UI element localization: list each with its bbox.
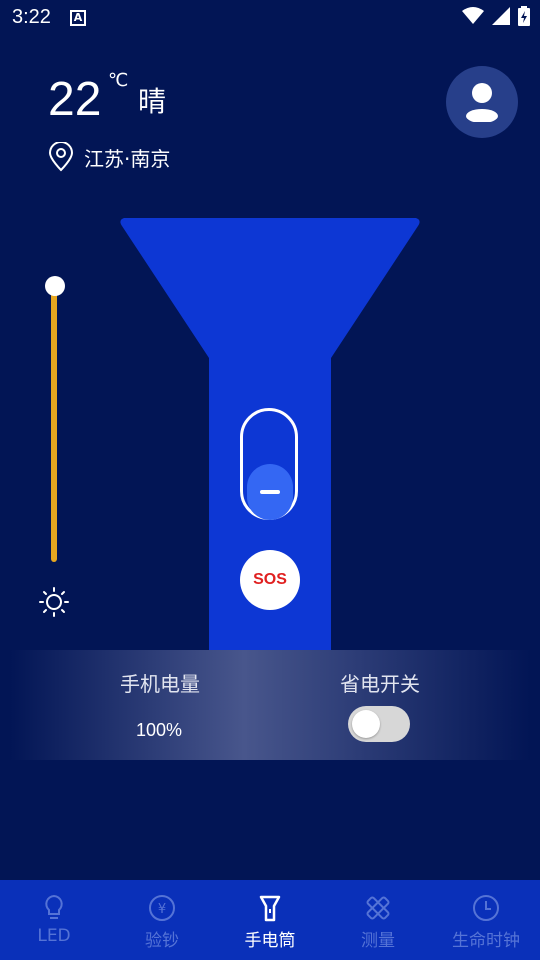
status-time: 3:22: [12, 6, 51, 28]
flashlight-switch-knob[interactable]: [247, 464, 293, 520]
signal-icon: [492, 7, 510, 25]
battery-value: 100%: [136, 720, 183, 740]
bulb-icon: [45, 894, 63, 919]
ruler-icon: [366, 896, 390, 920]
wifi-icon: [462, 7, 484, 24]
nav-item-led[interactable]: LED: [0, 880, 108, 960]
nav-item-life-clock[interactable]: 生命时钟: [432, 880, 540, 960]
nav-item-flashlight[interactable]: 手电筒: [216, 880, 324, 960]
nav-label-led: LED: [37, 926, 71, 946]
brightness-slider-track[interactable]: [51, 288, 57, 562]
nav-label-measure: 测量: [361, 931, 395, 951]
weather-condition: 晴: [138, 85, 167, 118]
switch-minus-icon: [260, 490, 280, 494]
battery-icon: [518, 6, 530, 26]
bottom-nav: LED ¥ 验钞 手电筒 测量 生命时钟: [0, 880, 540, 960]
svg-text:¥: ¥: [158, 902, 166, 917]
avatar-button[interactable]: [446, 66, 518, 138]
temperature-unit: ℃: [108, 70, 129, 91]
clock-icon: [473, 895, 499, 921]
location-pin-icon: [48, 142, 74, 172]
power-saver-label: 省电开关: [340, 672, 420, 696]
battery-label: 手机电量: [120, 672, 200, 696]
flashlight-icon: [259, 895, 281, 922]
nav-item-measure[interactable]: 测量: [324, 880, 432, 960]
brightness-slider-knob[interactable]: [45, 276, 65, 296]
location-text: 江苏·南京: [84, 146, 171, 171]
nav-label-money-check: 验钞: [145, 931, 179, 951]
location: 江苏·南京: [48, 142, 170, 172]
flashlight-head: [120, 218, 420, 358]
notification-a-icon: A: [70, 10, 86, 26]
nav-label-flashlight: 手电筒: [244, 931, 296, 951]
status-bar: 3:22 A: [0, 0, 540, 38]
nav-item-money-check[interactable]: ¥ 验钞: [108, 880, 216, 960]
nav-label-life-clock: 生命时钟: [452, 931, 520, 951]
brightness-sun-icon: [39, 587, 69, 617]
status-icons: [462, 6, 530, 26]
temperature-value: 22: [48, 73, 102, 126]
sos-button[interactable]: SOS: [240, 550, 300, 610]
info-panel: [10, 650, 530, 760]
user-icon: [466, 83, 498, 122]
power-saver-toggle-knob[interactable]: [352, 710, 380, 738]
yen-icon: ¥: [149, 895, 175, 921]
